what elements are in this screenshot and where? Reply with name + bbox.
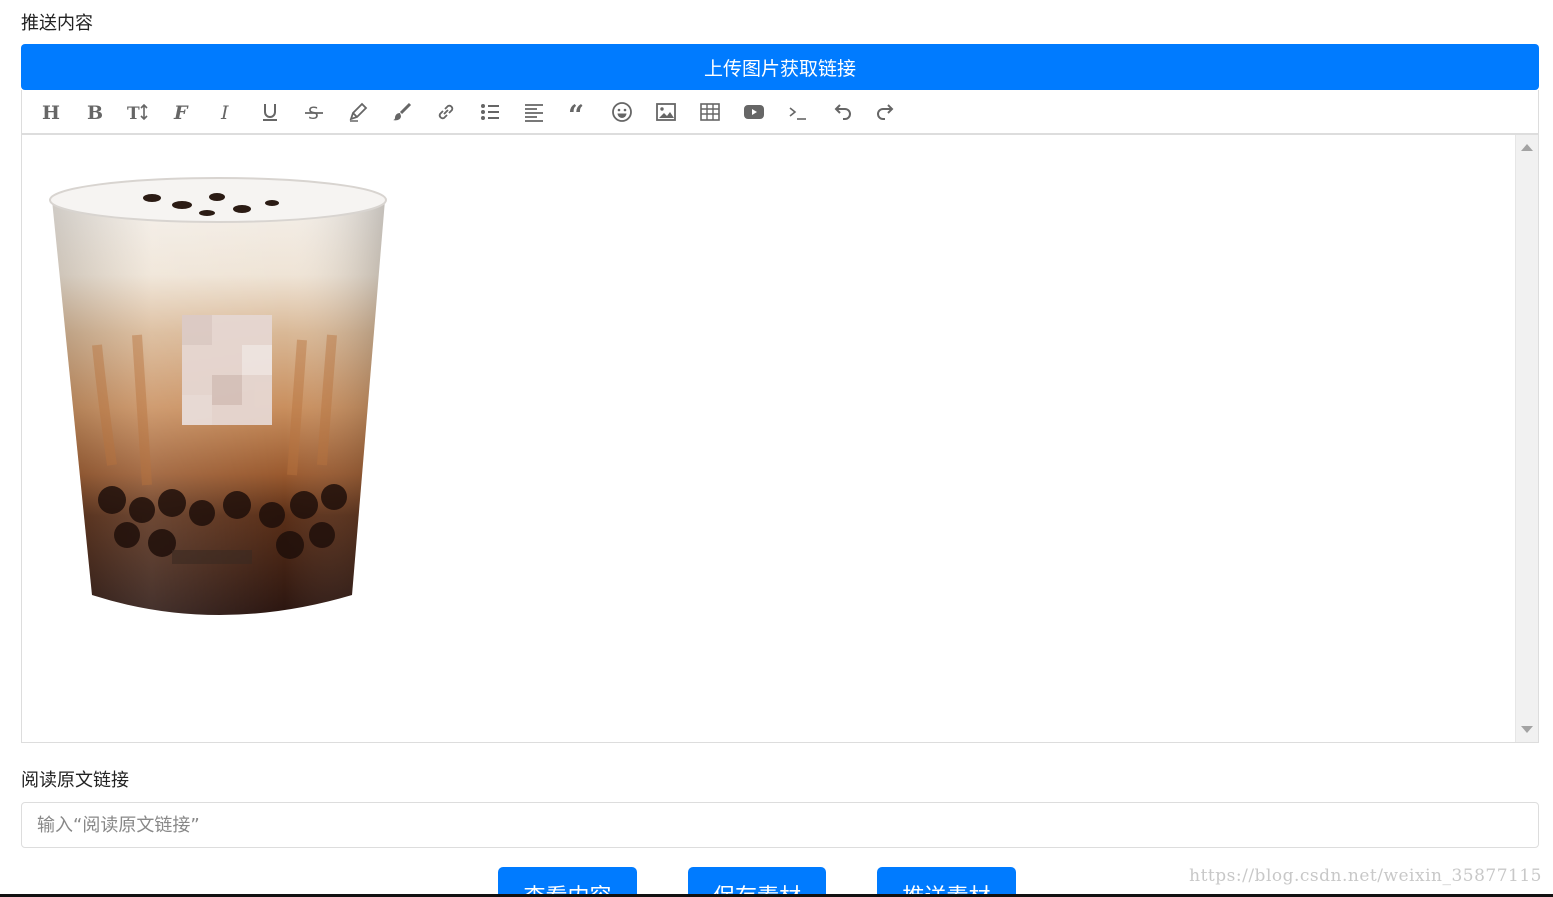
underline-icon[interactable] xyxy=(248,95,292,129)
svg-text:“: “ xyxy=(568,101,584,123)
background-color-icon[interactable] xyxy=(380,95,424,129)
font-family-icon[interactable]: F xyxy=(160,95,204,129)
read-original-link-input[interactable] xyxy=(21,802,1539,848)
scroll-down-icon[interactable] xyxy=(1521,726,1533,733)
read-original-label: 阅读原文链接 xyxy=(21,770,129,791)
editor-toolbar: H B T F I S “ xyxy=(21,90,1539,134)
font-size-icon[interactable]: T xyxy=(116,95,160,129)
emoticon-icon[interactable] xyxy=(600,95,644,129)
quote-icon[interactable]: “ xyxy=(556,95,600,129)
push-material-button[interactable]: 推送素材 xyxy=(877,867,1016,897)
upload-image-button[interactable]: 上传图片获取链接 xyxy=(21,44,1539,90)
list-icon[interactable] xyxy=(468,95,512,129)
code-icon[interactable] xyxy=(776,95,820,129)
push-content-label: 推送内容 xyxy=(21,13,93,34)
strikethrough-icon[interactable]: S xyxy=(292,95,336,129)
rich-text-editor[interactable] xyxy=(21,134,1539,743)
save-material-button[interactable]: 保存素材 xyxy=(688,867,826,897)
bold-icon[interactable]: B xyxy=(72,95,116,129)
redo-icon[interactable] xyxy=(864,95,908,129)
video-icon[interactable] xyxy=(732,95,776,129)
svg-text:H: H xyxy=(42,102,60,123)
undo-icon[interactable] xyxy=(820,95,864,129)
editor-scrollbar[interactable] xyxy=(1515,135,1538,742)
table-icon[interactable] xyxy=(688,95,732,129)
align-icon[interactable] xyxy=(512,95,556,129)
text-color-icon[interactable] xyxy=(336,95,380,129)
heading-icon[interactable]: H xyxy=(28,95,72,129)
svg-text:F: F xyxy=(173,102,189,123)
italic-icon[interactable]: I xyxy=(204,95,248,129)
scroll-up-icon[interactable] xyxy=(1521,144,1533,151)
watermark: https://blog.csdn.net/weixin_35877115 xyxy=(1189,866,1542,886)
view-content-button[interactable]: 查看内容 xyxy=(498,867,637,897)
svg-text:I: I xyxy=(220,102,229,123)
svg-text:T: T xyxy=(127,104,140,123)
link-icon[interactable] xyxy=(424,95,468,129)
milk-tea-image xyxy=(49,177,387,615)
image-icon[interactable] xyxy=(644,95,688,129)
svg-text:B: B xyxy=(87,102,103,123)
